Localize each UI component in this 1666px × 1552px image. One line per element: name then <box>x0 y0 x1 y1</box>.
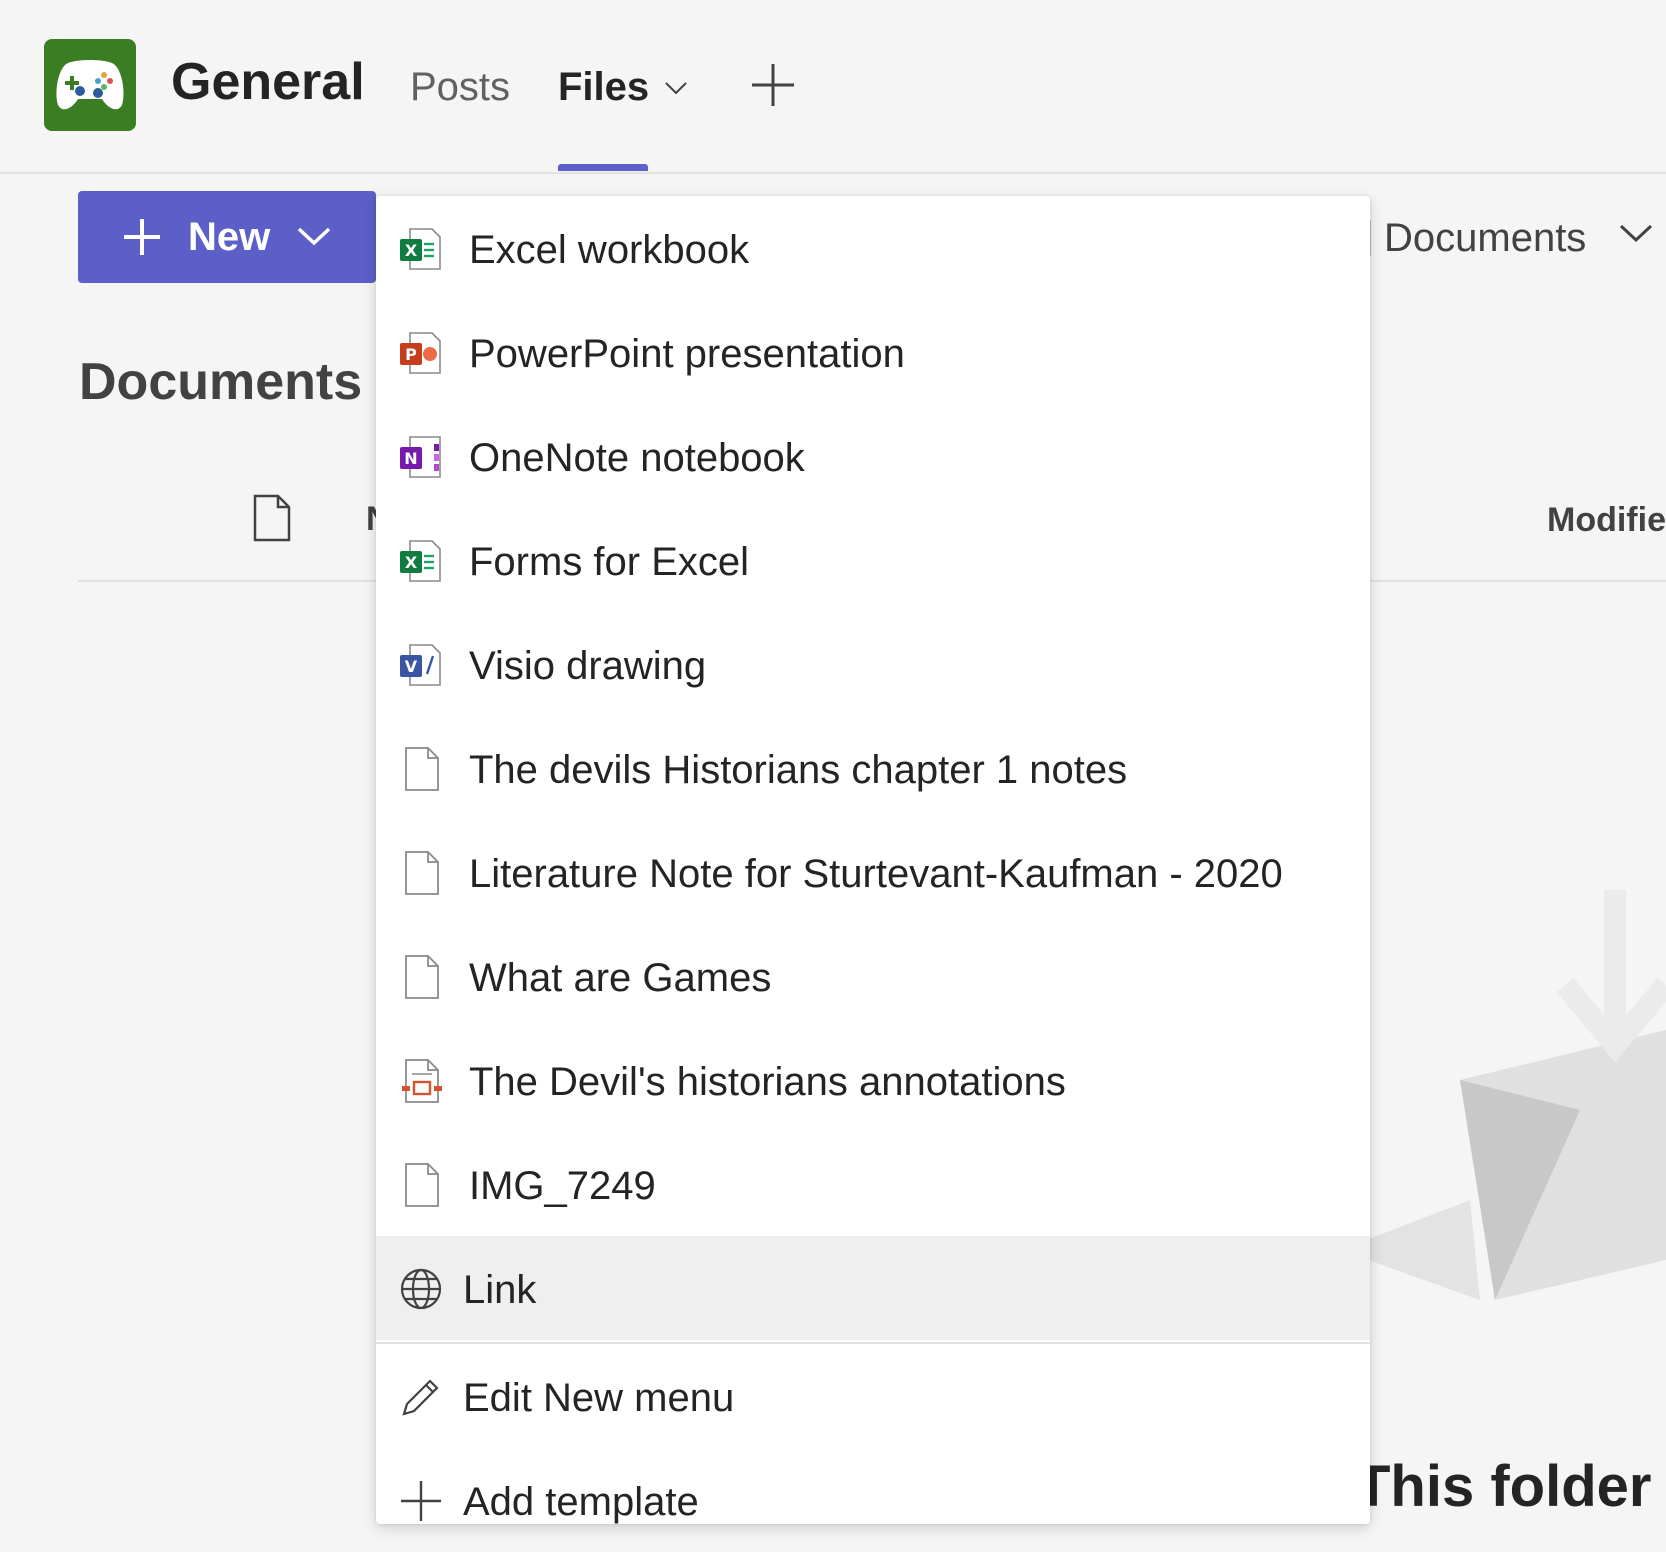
presentation-file-icon <box>402 1059 442 1103</box>
file-type-column-icon <box>253 494 291 542</box>
menu-item-label: What are Games <box>469 956 772 1000</box>
menu-item-label: Add template <box>463 1480 699 1524</box>
channel-header: General Posts Files <box>0 0 1666 174</box>
chevron-down-icon[interactable] <box>664 80 688 96</box>
pencil-icon <box>402 1379 439 1416</box>
excel-icon: X <box>400 228 441 270</box>
plus-icon <box>401 1481 441 1521</box>
menu-item-label: The devils Historians chapter 1 notes <box>469 748 1128 792</box>
menu-item-template[interactable]: What are Games <box>376 924 1370 1028</box>
svg-text:X: X <box>405 241 418 260</box>
new-button-label: New <box>188 215 271 259</box>
menu-item-add-template[interactable]: Add template <box>376 1448 1370 1552</box>
menu-item-template[interactable]: The devils Historians chapter 1 notes <box>376 716 1370 820</box>
plus-icon <box>124 219 160 255</box>
menu-item-label: Literature Note for Sturtevant-Kaufman -… <box>469 852 1283 896</box>
visio-icon: V <box>400 644 441 686</box>
active-tab-indicator <box>558 164 648 171</box>
document-icon <box>405 955 439 999</box>
chevron-down-icon[interactable] <box>1618 222 1654 244</box>
svg-text:V: V <box>405 657 418 676</box>
column-header-modified[interactable]: Modifie <box>1547 500 1666 540</box>
empty-folder-illustration <box>1340 890 1666 1300</box>
document-icon <box>405 851 439 895</box>
menu-item-label: PowerPoint presentation <box>469 332 905 376</box>
menu-item-template[interactable]: Literature Note for Sturtevant-Kaufman -… <box>376 820 1370 924</box>
breadcrumb-current[interactable]: Documents <box>1384 214 1586 262</box>
menu-item-link[interactable]: Link <box>376 1236 1370 1340</box>
menu-item-label: OneNote notebook <box>469 436 805 480</box>
empty-state-message: This folder is <box>1355 1454 1666 1519</box>
menu-item-template[interactable]: The Devil's historians annotations <box>376 1028 1370 1132</box>
menu-item-label: Forms for Excel <box>469 540 750 584</box>
menu-item-label: The Devil's historians annotations <box>469 1060 1066 1104</box>
document-icon <box>405 1163 439 1207</box>
document-icon <box>405 747 439 791</box>
new-menu: X Excel workbook P PowerPoint presentati… <box>376 196 1370 1524</box>
team-avatar[interactable] <box>44 39 136 131</box>
new-button[interactable]: New <box>78 191 376 283</box>
page-title: Documents <box>79 353 363 411</box>
game-controller-icon <box>56 60 124 110</box>
menu-item-label: Excel workbook <box>469 228 750 272</box>
menu-item-edit-new-menu[interactable]: Edit New menu <box>376 1344 1370 1448</box>
menu-item-visio[interactable]: V Visio drawing <box>376 612 1370 716</box>
menu-item-onenote[interactable]: N OneNote notebook <box>376 404 1370 508</box>
menu-item-label: IMG_7249 <box>469 1164 656 1208</box>
excel-icon: X <box>400 540 441 582</box>
svg-text:N: N <box>404 449 417 468</box>
powerpoint-icon: P <box>400 332 441 374</box>
menu-item-label: Visio drawing <box>469 644 707 688</box>
menu-item-excel-workbook[interactable]: X Excel workbook <box>376 196 1370 300</box>
svg-text:P: P <box>405 345 417 364</box>
chevron-down-icon <box>297 227 331 246</box>
channel-title: General <box>171 53 365 111</box>
menu-item-label: Link <box>463 1268 537 1312</box>
svg-text:X: X <box>405 553 418 572</box>
onenote-icon: N <box>400 436 441 478</box>
menu-item-label: Edit New menu <box>463 1376 735 1420</box>
menu-item-powerpoint[interactable]: P PowerPoint presentation <box>376 300 1370 404</box>
menu-item-template[interactable]: IMG_7249 <box>376 1132 1370 1236</box>
menu-item-forms-for-excel[interactable]: X Forms for Excel <box>376 508 1370 612</box>
plus-icon[interactable] <box>750 62 796 108</box>
tab-posts[interactable]: Posts <box>410 62 510 112</box>
tab-files[interactable]: Files <box>558 62 649 112</box>
globe-icon <box>400 1268 442 1310</box>
